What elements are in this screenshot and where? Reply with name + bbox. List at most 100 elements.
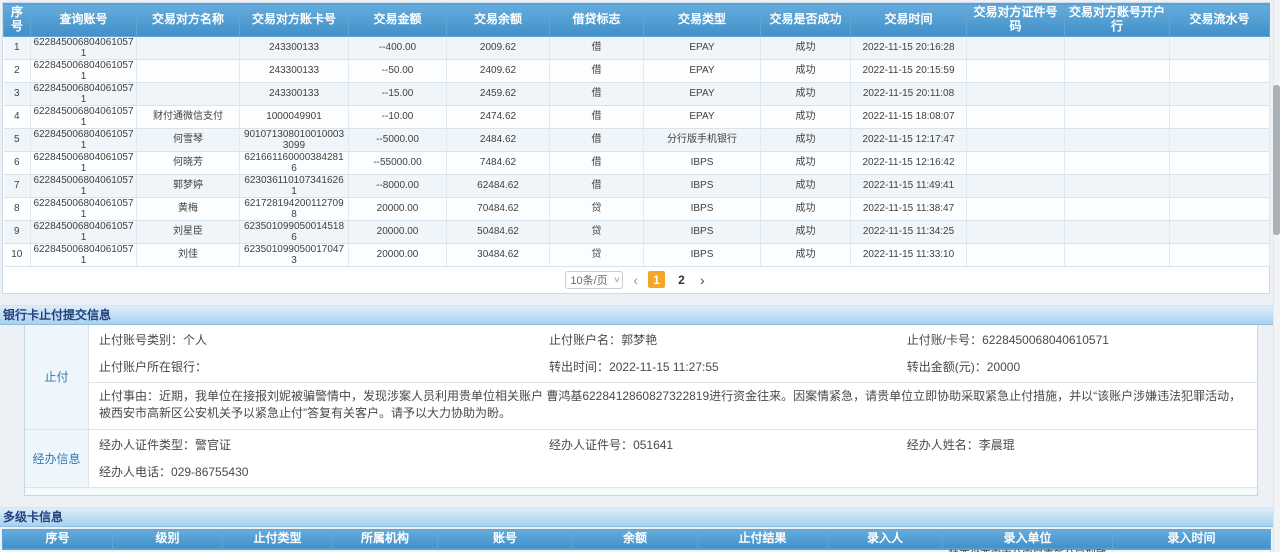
- table-cell: [1065, 36, 1170, 59]
- table-cell: 30484.62: [447, 243, 550, 266]
- table-cell: 10: [4, 243, 31, 266]
- table-cell: IBPS: [644, 243, 761, 266]
- table-cell: [1170, 105, 1270, 128]
- table-cell: 2022-11-15 20:11:08: [851, 82, 967, 105]
- table-cell: 6: [4, 151, 31, 174]
- table-cell: [1065, 243, 1170, 266]
- table-cell: 7: [4, 174, 31, 197]
- table-cell: 成功: [761, 128, 851, 151]
- transactions-header-row: 序号查询账号交易对方名称交易对方账卡号交易金额交易余额借贷标志交易类型交易是否成…: [4, 4, 1270, 37]
- table-cell: [1065, 59, 1170, 82]
- field-operator-name: 经办人姓名：李晨琨: [907, 438, 1253, 454]
- table-cell: 6230361101073416261: [240, 174, 349, 197]
- table-cell: 郭梦婷: [137, 174, 240, 197]
- table-cell: --15.00: [349, 82, 447, 105]
- multi-card-header-row: 序号级别止付类型所属机构账号余额止付结果录入人录入单位录入时间: [3, 529, 1271, 549]
- table-cell: [967, 220, 1065, 243]
- table-cell: --5000.00: [349, 128, 447, 151]
- table-cell: 4: [4, 105, 31, 128]
- table-cell: [137, 82, 240, 105]
- table-cell: 2022-11-15 20:16:28: [851, 36, 967, 59]
- table-cell: [1065, 128, 1170, 151]
- scrollbar[interactable]: [1273, 0, 1280, 552]
- table-cell: 借: [550, 151, 644, 174]
- table-cell: EPAY: [644, 82, 761, 105]
- table-cell: 何晓芳: [137, 151, 240, 174]
- table-row: 56228450068040610571何雪琴90107130801001000…: [4, 128, 1270, 151]
- multi-card-panel: 序号级别止付类型所属机构账号余额止付结果录入人录入单位录入时间 1一级第三方止付…: [2, 529, 1270, 552]
- column-header: 序号: [3, 529, 113, 549]
- field-bank: 止付账户所在银行：: [99, 360, 549, 376]
- table-cell: 9010713080100100033099: [240, 128, 349, 151]
- table-cell: 2459.62: [447, 82, 550, 105]
- multi-card-section-title: 多级卡信息: [0, 507, 1280, 527]
- stop-payment-fields: 止付账号类别：个人 止付账户名：郭梦艳 止付账/卡号：6228450068040…: [89, 325, 1257, 382]
- field-operator-phone: 经办人电话：029-86755430: [99, 465, 549, 481]
- table-cell: [1065, 82, 1170, 105]
- page-size-select[interactable]: 10条/页 ∨: [565, 271, 623, 289]
- field-transfer-amount: 转出金额(元)：20000: [907, 360, 1253, 376]
- table-cell: 成功: [761, 151, 851, 174]
- table-cell: 6228450068040610571: [31, 105, 137, 128]
- table-cell: 借: [550, 59, 644, 82]
- chevron-down-icon: ∨: [613, 275, 621, 284]
- page-button-2[interactable]: 2: [673, 271, 690, 288]
- table-cell: 2022-11-15 11:34:25: [851, 220, 967, 243]
- table-cell: 243300133: [240, 59, 349, 82]
- table-cell: [137, 36, 240, 59]
- stop-payment-row: 止付 止付账号类别：个人 止付账户名：郭梦艳 止付账/卡号：6228450068…: [25, 325, 1257, 430]
- table-cell: [1170, 151, 1270, 174]
- table-cell: [967, 82, 1065, 105]
- table-cell: 6235010990500145186: [240, 220, 349, 243]
- table-cell: 62484.62: [447, 174, 550, 197]
- table-cell: 2022-11-15 12:17:47: [851, 128, 967, 151]
- column-header: 所属机构: [333, 529, 438, 549]
- column-header: 借贷标志: [550, 4, 644, 37]
- table-cell: 6228450068040610571: [31, 197, 137, 220]
- column-header: 交易金额: [349, 4, 447, 37]
- table-cell: 6228450068040610571: [31, 220, 137, 243]
- table-row: 106228450068040610571刘佳62350109905001704…: [4, 243, 1270, 266]
- column-header: 交易对方账卡号: [240, 4, 349, 37]
- table-cell: --400.00: [349, 36, 447, 59]
- column-header: 交易类型: [644, 4, 761, 37]
- table-cell: [967, 243, 1065, 266]
- multi-card-table: 序号级别止付类型所属机构账号余额止付结果录入人录入单位录入时间 1一级第三方止付…: [2, 529, 1271, 552]
- table-cell: --50.00: [349, 59, 447, 82]
- field-transfer-time: 转出时间：2022-11-15 11:27:55: [549, 360, 907, 376]
- table-cell: 刘星臣: [137, 220, 240, 243]
- table-cell: IBPS: [644, 151, 761, 174]
- table-cell: 20000.00: [349, 220, 447, 243]
- table-cell: 70484.62: [447, 197, 550, 220]
- column-header: 止付结果: [698, 529, 828, 549]
- table-cell: 2474.62: [447, 105, 550, 128]
- table-row: 86228450068040610571黄梅621728194200112709…: [4, 197, 1270, 220]
- table-cell: 6228450068040610571: [31, 36, 137, 59]
- column-header: 止付类型: [223, 529, 333, 549]
- table-cell: 6217281942001127098: [240, 197, 349, 220]
- table-row: 96228450068040610571刘星臣62350109905001451…: [4, 220, 1270, 243]
- page-button-1[interactable]: 1: [648, 271, 665, 288]
- scrollbar-thumb[interactable]: [1273, 85, 1280, 235]
- column-header: 级别: [113, 529, 223, 549]
- table-cell: EPAY: [644, 105, 761, 128]
- group-label-operator-info: 经办信息: [25, 430, 89, 487]
- table-cell: [1065, 220, 1170, 243]
- table-cell: 243300133: [240, 36, 349, 59]
- table-cell: [1170, 174, 1270, 197]
- column-header: 查询账号: [31, 4, 137, 37]
- table-cell: 贷: [550, 220, 644, 243]
- table-cell: 1: [4, 36, 31, 59]
- field-account-name: 止付账户名：郭梦艳: [549, 333, 907, 349]
- column-header: 录入时间: [1113, 529, 1271, 549]
- table-cell: IBPS: [644, 174, 761, 197]
- table-cell: 50484.62: [447, 220, 550, 243]
- next-page-button[interactable]: ›: [698, 273, 707, 287]
- table-cell: EPAY: [644, 36, 761, 59]
- table-cell: 2022-11-15 11:38:47: [851, 197, 967, 220]
- table-cell: 6216611600003842816: [240, 151, 349, 174]
- field-account-type: 止付账号类别：个人: [99, 333, 549, 349]
- table-cell: 3: [4, 82, 31, 105]
- table-cell: 成功: [761, 174, 851, 197]
- prev-page-button[interactable]: ‹: [631, 273, 640, 287]
